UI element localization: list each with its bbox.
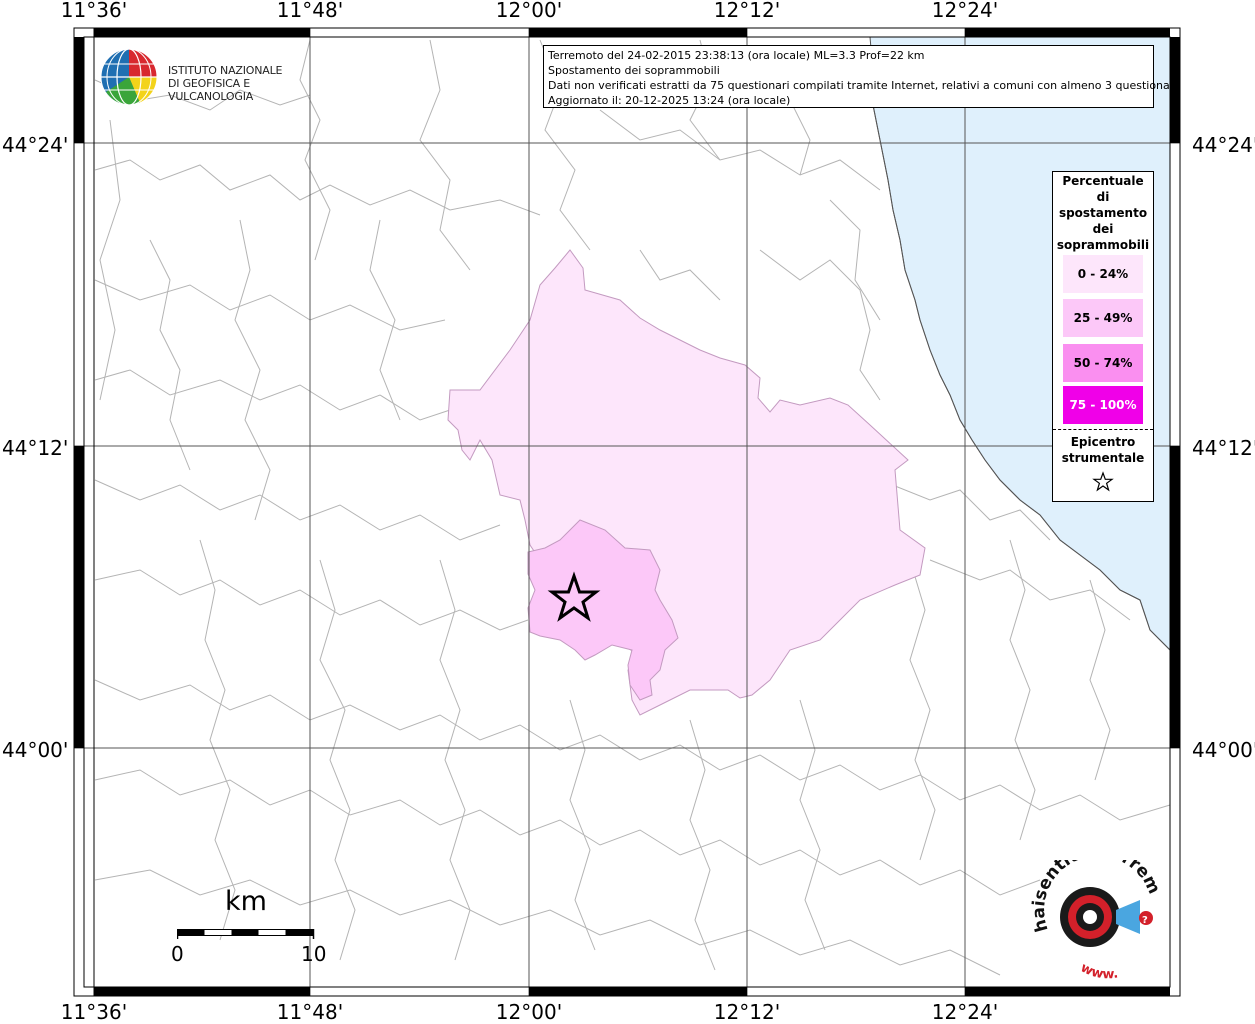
legend-epicentre-line: Epicentro — [1070, 435, 1136, 449]
lon-label-bottom-3: 12°00' — [495, 1000, 563, 1024]
legend-separator — [1053, 429, 1153, 430]
data-note: Dati non verificati estratti da 75 quest… — [548, 79, 1181, 92]
lon-label-bottom-5: 12°24' — [931, 1000, 999, 1024]
lon-label-bottom-4: 12°12' — [713, 1000, 781, 1024]
legend-title-line: dei — [1092, 222, 1114, 236]
scale-start-label: 0 — [171, 942, 184, 966]
legend-epicentre-line: strumentale — [1061, 451, 1145, 465]
lat-label-right-2: 44°12' — [1192, 436, 1255, 460]
lon-label-top-4: 12°12' — [713, 0, 781, 22]
legend-title-line: soprammobili — [1056, 238, 1150, 252]
legend-title-line: spostamento — [1058, 206, 1148, 220]
lon-label-bottom-2: 11°48' — [276, 1000, 344, 1024]
event-title: Terremoto del 24-02-2015 23:38:13 (ora l… — [548, 49, 925, 62]
updated-timestamp: Aggiornato il: 20-12-2025 13:24 (ora loc… — [548, 94, 791, 107]
scale-end-label: 10 — [301, 942, 327, 966]
lat-label-right-1: 44°24' — [1192, 133, 1255, 157]
map-subject: Spostamento dei soprammobili — [548, 64, 720, 77]
logo-line-2: DI GEOFISICA E VULCANOLOGIA — [168, 77, 254, 103]
event-info-box: Terremoto del 24-02-2015 23:38:13 (ora l… — [543, 45, 1181, 108]
ingv-logo: ISTITUTO NAZIONALE DI GEOFISICA E VULCAN… — [98, 46, 328, 110]
legend-title: Percentuale di spostamento dei soprammob… — [1053, 173, 1153, 253]
lat-label-right-3: 44°00' — [1192, 738, 1255, 762]
ingv-globe-icon — [100, 48, 158, 106]
logo-line-1: ISTITUTO NAZIONALE — [168, 64, 283, 77]
legend-title-line: di — [1096, 190, 1110, 204]
scale-bar-graphic — [177, 929, 315, 939]
area-class-0-24 — [447, 249, 926, 716]
legend-class-75-100: 75 - 100% — [1063, 386, 1143, 424]
legend-class-0-24: 0 - 24% — [1063, 255, 1143, 293]
legend-epicentre-label: Epicentro strumentale — [1053, 434, 1153, 466]
scale-bar: km 0 10 — [170, 886, 340, 976]
haisentito-logo-icon: haisentitoilterremoto.it www. ? — [1024, 841, 1164, 982]
lat-label-left-3: 44°00' — [2, 738, 69, 762]
lat-label-left-2: 44°12' — [2, 436, 69, 460]
felt-areas — [447, 249, 926, 716]
svg-text:www.: www. — [1078, 960, 1119, 980]
lon-label-top-2: 11°48' — [276, 0, 344, 22]
legend-class-25-49: 25 - 49% — [1063, 299, 1143, 337]
legend-title-line: Percentuale — [1062, 174, 1144, 188]
lon-label-top-3: 12°00' — [495, 0, 563, 22]
lon-label-top-1: 11°36' — [60, 0, 128, 22]
star-icon — [1092, 471, 1114, 492]
watermark-url: www. — [1078, 960, 1119, 982]
haisentito-logo: haisentitoilterremoto.it www. ? — [1024, 841, 1170, 982]
lon-label-top-5: 12°24' — [931, 0, 999, 22]
svg-text:?: ? — [1142, 915, 1148, 926]
legend-class-50-74: 50 - 74% — [1063, 344, 1143, 382]
lat-label-left-1: 44°24' — [2, 133, 69, 157]
scale-unit: km — [225, 886, 267, 917]
lon-label-bottom-1: 11°36' — [60, 1000, 128, 1024]
legend: Percentuale di spostamento dei soprammob… — [1052, 171, 1154, 502]
